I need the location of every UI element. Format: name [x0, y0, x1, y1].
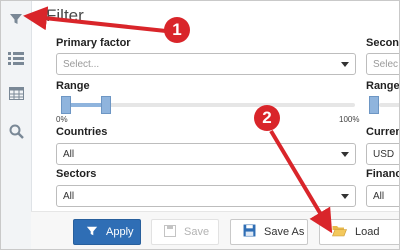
apply-label: Apply	[106, 226, 134, 238]
primary-factor-select[interactable]: Select...	[56, 53, 356, 75]
app-frame: Filter Primary factor Select... Second S…	[0, 0, 400, 250]
filter-icon	[9, 12, 23, 31]
countries-label: Countries	[56, 126, 108, 138]
folder-open-icon	[332, 224, 347, 240]
chevron-down-icon	[341, 62, 349, 67]
range-max-label: 100%	[339, 115, 360, 124]
secondary-factor-placeholder: Selec	[373, 59, 399, 70]
range-slider-low-handle[interactable]	[61, 96, 71, 114]
range2-slider-handle[interactable]	[369, 96, 379, 114]
save-as-label: Save As	[264, 226, 305, 238]
countries-select[interactable]: All	[56, 143, 356, 165]
range-slider-fill	[66, 103, 106, 107]
list-icon	[8, 51, 24, 70]
sidebar-item-filter[interactable]	[4, 9, 28, 33]
chevron-down-icon	[341, 194, 349, 199]
load-button[interactable]: Load	[319, 219, 399, 245]
table-icon	[8, 87, 24, 105]
secondary-factor-label: Second	[366, 37, 400, 49]
sidebar-item-list[interactable]	[4, 48, 28, 72]
left-sidebar	[1, 1, 32, 249]
range-slider-high-handle[interactable]	[101, 96, 111, 114]
financial-value: All	[373, 191, 385, 202]
search-icon	[9, 124, 24, 144]
save-as-button[interactable]: Save As	[230, 219, 308, 245]
apply-button[interactable]: Apply	[73, 219, 141, 245]
load-label: Load	[355, 226, 380, 238]
financial-select[interactable]: All	[366, 185, 399, 207]
chevron-down-icon	[341, 152, 349, 157]
sidebar-item-search[interactable]	[4, 122, 28, 146]
save-label: Save	[184, 226, 210, 238]
annotation-badge-2: 2	[254, 105, 280, 131]
save-icon	[164, 224, 176, 240]
currency-select[interactable]: USD	[366, 143, 399, 165]
currency-value: USD	[373, 149, 395, 160]
sidebar-item-table[interactable]	[4, 84, 28, 108]
range-min-label: 0%	[56, 115, 68, 124]
filter-icon	[86, 225, 98, 240]
range2-label: Range	[366, 80, 400, 92]
sectors-label: Sectors	[56, 168, 97, 180]
range-label: Range	[56, 80, 90, 92]
secondary-factor-select[interactable]: Selec	[366, 53, 399, 75]
countries-value: All	[63, 149, 75, 160]
primary-factor-placeholder: Select...	[63, 59, 100, 70]
save-button[interactable]: Save	[151, 219, 219, 245]
panel-title: Filter	[46, 6, 84, 25]
annotation-badge-1: 1	[164, 17, 190, 43]
save-as-icon	[243, 224, 256, 240]
sectors-select[interactable]: All	[56, 185, 356, 207]
sectors-value: All	[63, 191, 75, 202]
financial-label: Financi	[366, 168, 399, 180]
range2-slider-track[interactable]	[379, 103, 399, 107]
primary-factor-label: Primary factor	[56, 37, 131, 49]
currency-label: Currenc	[366, 126, 399, 138]
